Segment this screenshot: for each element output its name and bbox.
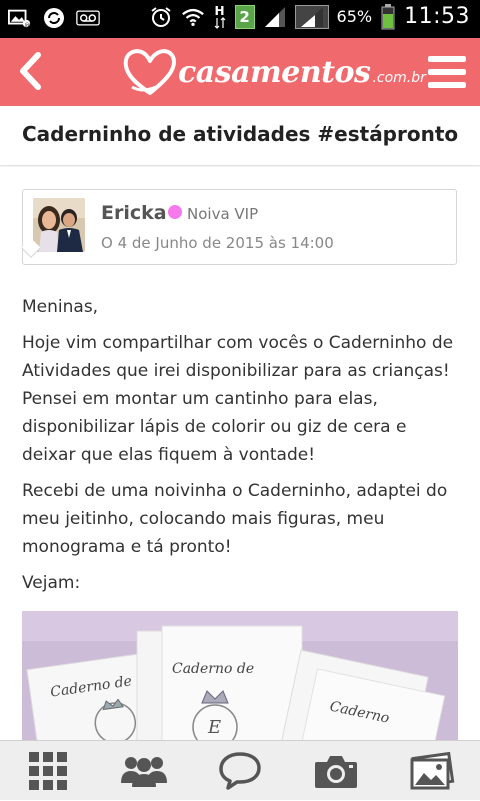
post-body: Meninas, Hoje vim compartilhar com vocês… — [22, 293, 462, 605]
hamburger-menu-icon — [428, 56, 466, 88]
svg-text:E: E — [207, 717, 221, 738]
network-type-label: H — [214, 3, 225, 18]
nav-camera-button[interactable] — [306, 741, 366, 801]
post-paragraph: Recebi de uma noivinha o Caderninho, ada… — [22, 481, 448, 557]
gallery-notification-icon: @ — [8, 6, 32, 30]
post-paragraph: Meninas, — [22, 297, 99, 317]
battery-percent: 65% — [336, 7, 373, 26]
brand-logo[interactable]: casamentos .com.br — [122, 44, 426, 100]
brand-tld: .com.br — [372, 70, 426, 86]
chat-icon — [219, 751, 261, 790]
photos-icon — [410, 751, 455, 789]
wifi-icon — [181, 5, 205, 29]
sync-icon — [42, 6, 66, 30]
nav-community-button[interactable] — [114, 741, 174, 801]
community-icon — [121, 756, 167, 787]
brand-name: casamentos — [178, 54, 371, 90]
author-card[interactable]: Ericka Noiva VIP O 4 de Junho de 2015 às… — [22, 189, 457, 265]
app-bar: casamentos .com.br — [0, 38, 480, 106]
bottom-nav — [0, 740, 480, 800]
nav-photos-button[interactable] — [402, 741, 462, 801]
vip-status-dot — [168, 205, 182, 219]
author-name[interactable]: Ericka — [101, 202, 167, 224]
heart-logo-icon — [123, 49, 176, 95]
grid-icon — [29, 751, 67, 790]
post-photo[interactable]: Caderno de Caderno de E Caderno — [22, 611, 458, 746]
notification-count-label: 2 — [239, 7, 250, 26]
svg-text:@: @ — [25, 22, 31, 28]
signal-icon — [263, 5, 287, 29]
avatar[interactable] — [33, 198, 85, 252]
photo-content: Caderno de Caderno de E Caderno — [22, 611, 458, 746]
mobile-data-icon: H — [213, 5, 227, 29]
clock: 11:53 — [404, 4, 470, 29]
menu-button[interactable] — [428, 52, 466, 92]
battery-icon — [380, 3, 396, 29]
signal-icon-2 — [294, 4, 329, 29]
camera-icon — [315, 755, 357, 788]
page-title-bar: Caderninho de atividades #estápronto — [0, 106, 480, 166]
nav-grid-button[interactable] — [18, 741, 78, 801]
status-bar: @ H 2 65% 11:53 — [0, 0, 480, 38]
post-paragraph: Vejam: — [22, 573, 81, 593]
post-content: Ericka Noiva VIP O 4 de Junho de 2015 às… — [0, 167, 480, 746]
chevron-left-icon — [20, 52, 41, 90]
nav-chat-button[interactable] — [210, 741, 270, 801]
alarm-icon — [149, 5, 173, 29]
notification-count-badge: 2 — [234, 4, 255, 29]
status-bar-left: @ — [8, 6, 100, 30]
status-bar-right: H 2 65% 11:53 — [149, 3, 470, 29]
voicemail-icon — [76, 6, 100, 30]
back-button[interactable] — [12, 48, 48, 94]
post-paragraph: Hoje vim compartilhar com vocês o Cadern… — [22, 333, 454, 465]
post-date: O 4 de Junho de 2015 às 14:00 — [101, 234, 334, 252]
author-badge: Noiva VIP — [187, 205, 259, 223]
page-title: Caderninho de atividades #estápronto — [22, 122, 459, 146]
photo-caption-2: Caderno de — [172, 661, 254, 677]
